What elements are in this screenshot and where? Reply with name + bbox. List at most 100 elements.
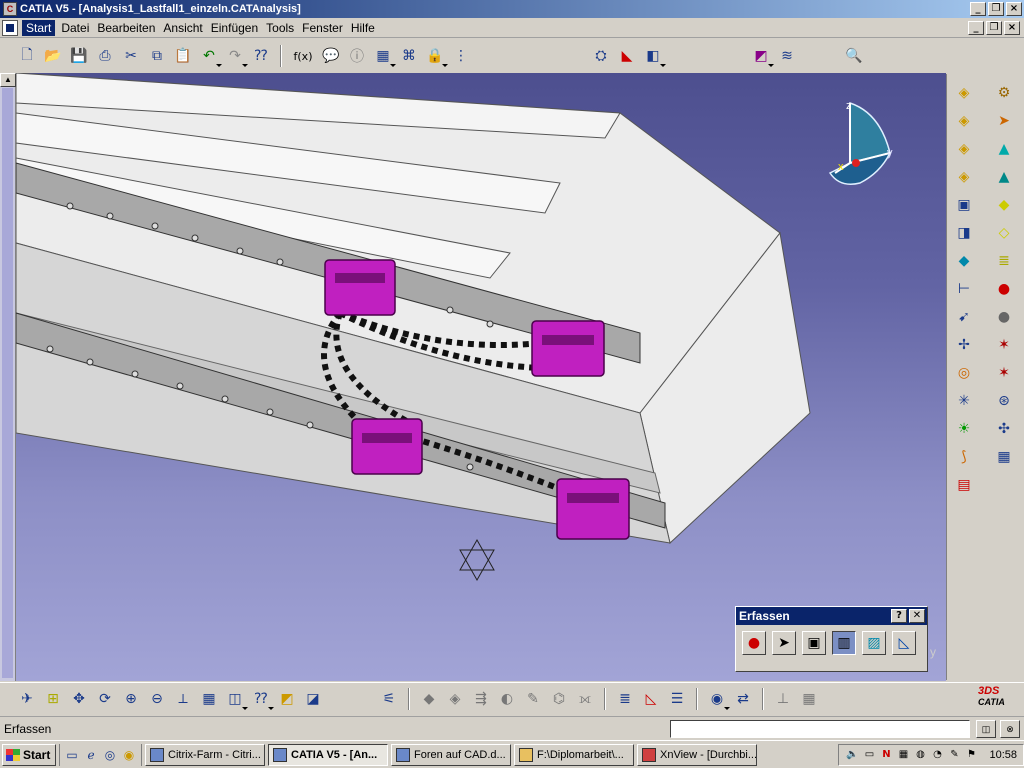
rainbow-icon[interactable]: ▤ xyxy=(953,474,975,496)
catia-icon[interactable]: C xyxy=(3,2,17,16)
menu-start[interactable]: Start xyxy=(22,19,56,36)
erfassen-palette[interactable]: Erfassen ? ✕ ● ➤ ▣ ▥ ▨ ◺ xyxy=(735,606,928,672)
stress-icon[interactable]: ◈ xyxy=(444,688,466,710)
animate-icon[interactable]: ◐ xyxy=(496,688,518,710)
whats-this-icon[interactable]: ⁇ xyxy=(250,45,272,67)
tree-icon[interactable]: ⌘ xyxy=(398,45,420,67)
mesh-tool-icon[interactable]: ✳ xyxy=(953,390,975,412)
surface-icon[interactable]: ◆ xyxy=(953,250,975,272)
clock[interactable]: 10:58 xyxy=(989,749,1017,761)
record-icon[interactable]: ● xyxy=(742,631,766,655)
cut-icon[interactable]: ✂ xyxy=(120,45,142,67)
doc-minimize-button[interactable]: _ xyxy=(968,21,984,35)
document-icon[interactable] xyxy=(2,19,18,36)
formula-icon[interactable]: f(x) xyxy=(290,45,316,67)
stack-icon[interactable]: ≣ xyxy=(993,250,1015,272)
report-icon[interactable]: ✎ xyxy=(522,688,544,710)
iso-view-icon[interactable]: ◫ xyxy=(224,688,248,710)
title-bar[interactable]: C CATIA V5 - [Analysis1_Lastfall1_einzel… xyxy=(0,0,1024,18)
clock-icon[interactable]: ◔ xyxy=(930,748,944,762)
minimize-button[interactable]: _ xyxy=(970,2,986,16)
status-options-button[interactable]: ◫ xyxy=(976,719,996,738)
material-icon[interactable]: ⟆ xyxy=(953,446,975,468)
menu-hilfe[interactable]: Hilfe xyxy=(351,21,383,35)
palette-title-bar[interactable]: Erfassen ? ✕ xyxy=(736,607,927,625)
capture-icon[interactable]: ▣ xyxy=(802,631,826,655)
palette-help-button[interactable]: ? xyxy=(891,609,907,623)
scroll-up-icon[interactable]: ▲ xyxy=(0,73,16,87)
multi-view-icon[interactable]: ▦ xyxy=(198,688,220,710)
network-icon[interactable]: ▭ xyxy=(862,748,876,762)
layer1-icon[interactable]: ◈ xyxy=(953,82,975,104)
sensor-bottom-icon[interactable]: ⟗ xyxy=(574,688,596,710)
pen-icon[interactable]: ✎ xyxy=(947,748,961,762)
pyramid-icon[interactable]: ▲ xyxy=(993,138,1015,160)
start-button[interactable]: Start xyxy=(2,743,56,766)
palette-close-button[interactable]: ✕ xyxy=(909,609,925,623)
new-icon[interactable]: 🗋 xyxy=(16,45,38,67)
tetra-icon[interactable]: ☀ xyxy=(953,418,975,440)
image-icon[interactable]: ▨ xyxy=(862,631,886,655)
bug-icon[interactable]: ✶ xyxy=(993,334,1015,356)
lock-icon[interactable]: 🔒 xyxy=(424,45,448,67)
print-icon[interactable]: ⎙ xyxy=(94,45,116,67)
force-icon[interactable]: ➹ xyxy=(953,306,975,328)
menu-datei[interactable]: Datei xyxy=(61,21,97,35)
desktop-icon[interactable]: ▭ xyxy=(64,747,80,763)
media-icon[interactable]: ◉ xyxy=(121,747,137,763)
status-cancel-button[interactable]: ⊗ xyxy=(1000,719,1020,738)
distance-icon[interactable]: ◺ xyxy=(640,688,662,710)
zoom-out-icon[interactable]: ⊖ xyxy=(146,688,168,710)
doc-restore-button[interactable]: ❐ xyxy=(986,21,1002,35)
cut-plane-icon[interactable]: ⌬ xyxy=(548,688,570,710)
command-input[interactable] xyxy=(670,719,970,738)
layer4-icon[interactable]: ◈ xyxy=(953,166,975,188)
property-icon[interactable]: ◧ xyxy=(642,45,666,67)
menu-bearbeiten[interactable]: Bearbeiten xyxy=(97,21,163,35)
open-icon[interactable]: 📂 xyxy=(42,45,64,67)
part-icon[interactable]: ▣ xyxy=(953,194,975,216)
restore-button[interactable]: ❐ xyxy=(988,2,1004,16)
menu-tools[interactable]: Tools xyxy=(266,21,302,35)
sensor-icon[interactable]: ◩ xyxy=(750,45,774,67)
analysis-icon[interactable]: ◣ xyxy=(616,45,638,67)
swap-icon[interactable]: ◩ xyxy=(276,688,298,710)
compute-icon[interactable]: ⚟ xyxy=(378,688,400,710)
layer3-icon[interactable]: ◈ xyxy=(953,138,975,160)
info-icon[interactable]: ⓘ xyxy=(346,45,368,67)
traffic-light-icon[interactable]: ● xyxy=(993,278,1015,300)
clamp-icon[interactable]: ⊢ xyxy=(953,278,975,300)
cube-icon[interactable]: ◆ xyxy=(993,194,1015,216)
contact-icon[interactable]: ◎ xyxy=(953,362,975,384)
menu-fenster[interactable]: Fenster xyxy=(302,21,351,35)
album-icon[interactable]: ▥ xyxy=(832,631,856,655)
zoom-in-icon[interactable]: ⊕ xyxy=(120,688,142,710)
copy-icon[interactable]: ⧉ xyxy=(146,45,168,67)
task-catia[interactable]: CATIA V5 - [An... xyxy=(268,743,388,766)
speaker-icon[interactable]: 🔈 xyxy=(845,748,859,762)
search-icon[interactable]: 🔍 xyxy=(843,45,865,67)
measure-icon[interactable]: ◺ xyxy=(892,631,916,655)
table-icon[interactable]: ▦ xyxy=(372,45,396,67)
task-citrix[interactable]: Citrix-Farm - Citri... xyxy=(145,743,265,766)
sphere-icon[interactable]: ● xyxy=(993,306,1015,328)
select-icon[interactable]: ➤ xyxy=(772,631,796,655)
close-button[interactable]: × xyxy=(1006,2,1022,16)
scroll-thumb[interactable] xyxy=(2,88,13,678)
graph-icon[interactable]: ✣ xyxy=(993,418,1015,440)
n-icon[interactable]: N xyxy=(879,748,893,762)
normal-view-icon[interactable]: ⟂ xyxy=(172,688,194,710)
rotate-icon[interactable]: ⟳ xyxy=(94,688,116,710)
pan-icon[interactable]: ✥ xyxy=(68,688,90,710)
search-tray-icon[interactable]: ◍ xyxy=(913,748,927,762)
task-cad-forum[interactable]: Foren auf CAD.d... xyxy=(391,743,511,766)
assembly-icon[interactable]: ◨ xyxy=(953,222,975,244)
menu-einfuegen[interactable]: Einfügen xyxy=(211,21,266,35)
flag-icon[interactable]: ⚑ xyxy=(964,748,978,762)
save-icon[interactable]: 💾 xyxy=(68,45,90,67)
dimension-icon[interactable]: ⊥ xyxy=(772,688,794,710)
redo-icon[interactable]: ↷ xyxy=(224,45,248,67)
doc-close-button[interactable]: × xyxy=(1004,21,1020,35)
measure-bottom-icon[interactable]: ◉ xyxy=(706,688,730,710)
gear-icon[interactable]: ⚙ xyxy=(993,82,1015,104)
